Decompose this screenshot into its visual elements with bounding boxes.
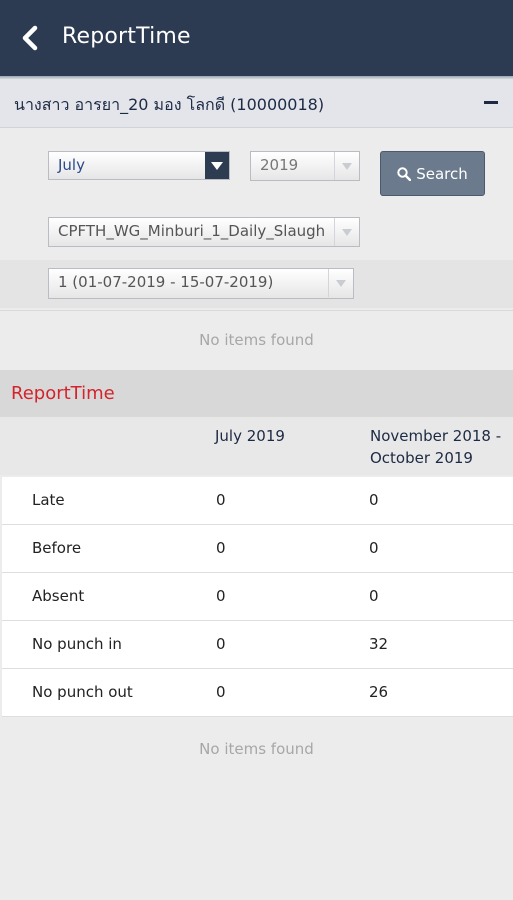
row-year-value: 0 xyxy=(369,491,379,509)
row-year-value: 0 xyxy=(369,539,379,557)
empty-message-top: No items found xyxy=(0,310,513,370)
table-row: Late 0 0 xyxy=(2,477,513,525)
row-label: Before xyxy=(32,539,82,557)
row-year-value: 26 xyxy=(369,683,389,701)
table-row: No punch in 0 32 xyxy=(2,621,513,669)
row-label: Absent xyxy=(32,587,85,605)
dropdown-arrow-icon xyxy=(334,152,359,180)
row-month-value: 0 xyxy=(216,587,226,605)
dropdown-arrow-icon xyxy=(334,218,359,246)
app-bar: ReportTime xyxy=(0,0,513,76)
search-button[interactable]: Search xyxy=(380,151,485,196)
period-value: 1 (01-07-2019 - 15-07-2019) xyxy=(58,273,274,291)
collapse-minus-icon[interactable] xyxy=(484,101,498,104)
chevron-left-icon xyxy=(22,25,38,51)
page-title: ReportTime xyxy=(62,24,191,49)
page-background xyxy=(0,780,513,900)
search-button-label: Search xyxy=(416,164,468,183)
year-select[interactable]: 2019 xyxy=(250,151,360,181)
dropdown-arrow-icon xyxy=(205,152,229,179)
row-year-value: 32 xyxy=(369,635,389,653)
row-month-value: 0 xyxy=(216,683,226,701)
month-select-value: July xyxy=(58,156,85,174)
year-select-value: 2019 xyxy=(260,156,299,174)
row-month-value: 0 xyxy=(216,491,226,509)
row-month-value: 0 xyxy=(216,635,226,653)
column-header-month: July 2019 xyxy=(215,427,285,445)
work-group-select[interactable]: CPFTH_WG_Minburi_1_Daily_Slaugh xyxy=(48,217,360,247)
row-year-value: 0 xyxy=(369,587,379,605)
employee-bar[interactable]: นางสาว อารยา_20 มอง โลกดี (10000018) xyxy=(0,80,513,128)
period-select[interactable]: 1 (01-07-2019 - 15-07-2019) xyxy=(48,268,354,299)
report-section-title: ReportTime xyxy=(11,383,115,404)
work-group-value: CPFTH_WG_Minburi_1_Daily_Slaugh xyxy=(58,222,326,240)
table-row: Before 0 0 xyxy=(2,525,513,573)
back-button[interactable] xyxy=(16,24,44,52)
column-header-year: November 2018 - October 2019 xyxy=(370,427,502,467)
table-row: No punch out 0 26 xyxy=(2,669,513,717)
row-label: No punch in xyxy=(32,635,122,653)
table-row: Absent 0 0 xyxy=(2,573,513,621)
search-icon xyxy=(397,166,412,181)
row-label: Late xyxy=(32,491,65,509)
empty-message-bottom: No items found xyxy=(0,718,513,780)
dropdown-arrow-icon xyxy=(328,269,353,297)
month-select[interactable]: July xyxy=(48,151,230,180)
employee-name: นางสาว อารยา_20 มอง โลกดี (10000018) xyxy=(14,95,325,114)
row-label: No punch out xyxy=(32,683,133,701)
row-month-value: 0 xyxy=(216,539,226,557)
